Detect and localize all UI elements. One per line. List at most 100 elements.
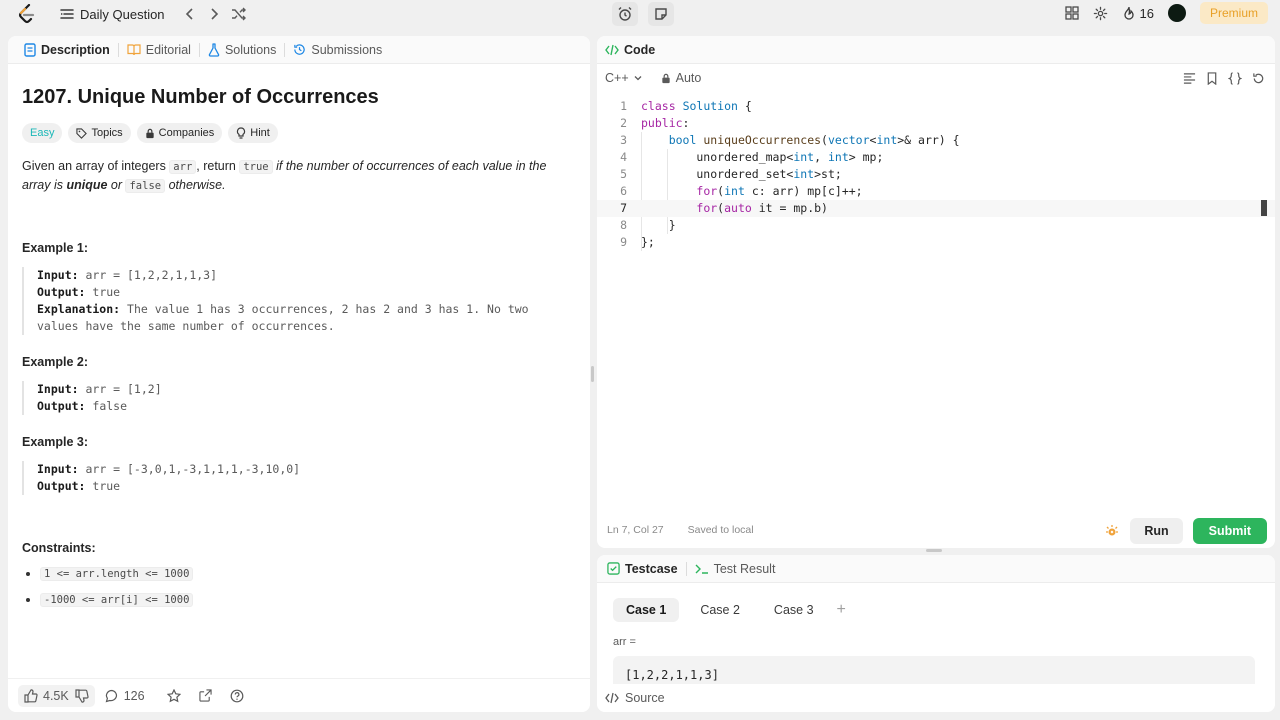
tab-editorial-label: Editorial (145, 42, 191, 57)
submit-button[interactable]: Submit (1192, 518, 1267, 544)
example-input-label: Input: (37, 462, 79, 476)
example-output-label: Output: (37, 285, 86, 299)
streak-counter[interactable]: 16 (1122, 6, 1154, 21)
vote-group: 4.5K (18, 684, 95, 707)
list-icon (60, 7, 74, 21)
inline-code: true (239, 160, 273, 174)
problem-list-button[interactable]: Daily Question (60, 7, 165, 22)
source-label: Source (625, 691, 665, 705)
flask-icon (208, 42, 220, 57)
testcase-tabs: Testcase Test Result (597, 555, 1275, 583)
flame-icon (1122, 6, 1136, 21)
tab-test-result-label: Test Result (713, 561, 776, 576)
document-icon (24, 42, 36, 57)
timer-button[interactable] (612, 2, 638, 26)
auto-mode[interactable]: Auto (661, 71, 701, 85)
thumbs-down-icon (75, 688, 89, 703)
tab-code[interactable]: Code (605, 36, 663, 63)
problem-tags: Easy Topics Companies Hint (22, 123, 576, 143)
streak-count: 16 (1139, 5, 1154, 21)
code-line: 5 unordered_set<int>st; (620, 167, 842, 181)
companies-label: Companies (158, 127, 215, 139)
language-select[interactable]: C++ (605, 71, 643, 85)
panel-resize-handle[interactable] (591, 366, 594, 382)
lightbulb-icon (236, 127, 246, 139)
code-toolbar-actions (1183, 72, 1265, 85)
code-line-current: 7 for(auto it = mp.b) (597, 200, 1275, 217)
companies-tag[interactable]: Companies (136, 123, 223, 143)
comments-button[interactable]: 126 (105, 689, 145, 703)
code-line: 9}; (620, 235, 655, 249)
random-question-button[interactable] (231, 7, 247, 21)
help-button[interactable] (230, 689, 244, 703)
code-editor[interactable]: 1 class Solution { 2 public: 3 bool unique… (597, 98, 1275, 518)
like-button[interactable]: 4.5K (24, 689, 69, 703)
prev-question-button[interactable] (183, 7, 197, 21)
arr-param-label: arr = (613, 636, 636, 648)
tag-icon (76, 127, 88, 139)
code-icon (605, 44, 619, 56)
hint-tag[interactable]: Hint (228, 123, 278, 143)
description-tabs: Description Editorial Solutions Submissi… (8, 36, 590, 64)
panel-resize-handle[interactable] (926, 549, 942, 552)
tab-submissions[interactable]: Submissions (285, 36, 390, 63)
description-panel: Description Editorial Solutions Submissi… (8, 36, 590, 712)
avatar[interactable] (1167, 4, 1186, 22)
statement-emphasis: unique (66, 178, 108, 192)
inline-code: false (125, 179, 166, 193)
lock-icon (145, 128, 155, 139)
run-button[interactable]: Run (1130, 518, 1183, 544)
code-line: 8 } (620, 218, 676, 232)
chevron-down-icon (633, 73, 643, 83)
tab-editorial[interactable]: Editorial (119, 36, 199, 63)
case-tab-3[interactable]: Case 3 (761, 598, 827, 622)
history-icon (293, 43, 306, 56)
example-output: false (85, 399, 128, 413)
case-tabs: Case 1 Case 2 Case 3 + (597, 583, 1275, 622)
case-tab-2[interactable]: Case 2 (687, 598, 753, 622)
top-bar: Daily Question 16 Premium (0, 0, 1280, 28)
tab-testcase[interactable]: Testcase (605, 555, 686, 582)
example-output: true (85, 479, 121, 493)
star-icon (166, 688, 181, 703)
example-3-block: Input: arr = [-3,0,1,-3,1,1,1,-3,10,0] O… (22, 461, 576, 495)
topics-tag[interactable]: Topics (68, 123, 131, 143)
chevron-left-icon (183, 7, 197, 21)
tab-solutions[interactable]: Solutions (200, 36, 284, 63)
braces-icon[interactable] (1228, 72, 1242, 85)
example-output-label: Output: (37, 479, 86, 493)
topics-label: Topics (91, 127, 123, 139)
constraints-title: Constraints: (22, 541, 96, 555)
favorite-button[interactable] (166, 688, 181, 703)
next-question-button[interactable] (207, 7, 221, 21)
example-explanation: values have the same number of occurrenc… (37, 319, 335, 333)
code-line: 6 for(int c: arr) mp[c]++; (620, 184, 863, 198)
case-tab-1[interactable]: Case 1 (613, 598, 680, 622)
like-count: 4.5K (43, 688, 69, 703)
tab-test-result[interactable]: Test Result (687, 555, 784, 582)
layout-button[interactable] (1064, 6, 1079, 20)
add-case-button[interactable]: + (837, 601, 846, 619)
code-line: 4 unordered_map<int, int> mp; (620, 150, 884, 164)
format-icon[interactable] (1183, 72, 1196, 85)
debug-icon[interactable] (1104, 523, 1120, 539)
list-item: 1 <= arr.length <= 1000 (22, 567, 576, 581)
premium-button[interactable]: Premium (1199, 2, 1268, 24)
dislike-button[interactable] (75, 688, 89, 703)
notes-button[interactable] (648, 2, 674, 26)
example-1-title: Example 1: (22, 241, 89, 255)
daily-question-label: Daily Question (80, 6, 165, 22)
alarm-clock-icon (617, 6, 633, 22)
editor-scrollbar[interactable] (1261, 200, 1267, 216)
settings-button[interactable] (1093, 6, 1108, 21)
tab-description[interactable]: Description (16, 36, 118, 63)
example-2-title: Example 2: (22, 355, 89, 369)
source-bar[interactable]: Source (597, 684, 1275, 712)
terminal-icon (695, 563, 709, 575)
tab-solutions-label: Solutions (224, 42, 277, 57)
bookmark-icon[interactable] (1206, 72, 1218, 85)
share-button[interactable] (198, 689, 212, 702)
reset-icon[interactable] (1252, 72, 1265, 85)
leetcode-logo-icon[interactable] (18, 4, 36, 24)
constraint-text: -1000 <= arr[i] <= 1000 (40, 593, 194, 607)
